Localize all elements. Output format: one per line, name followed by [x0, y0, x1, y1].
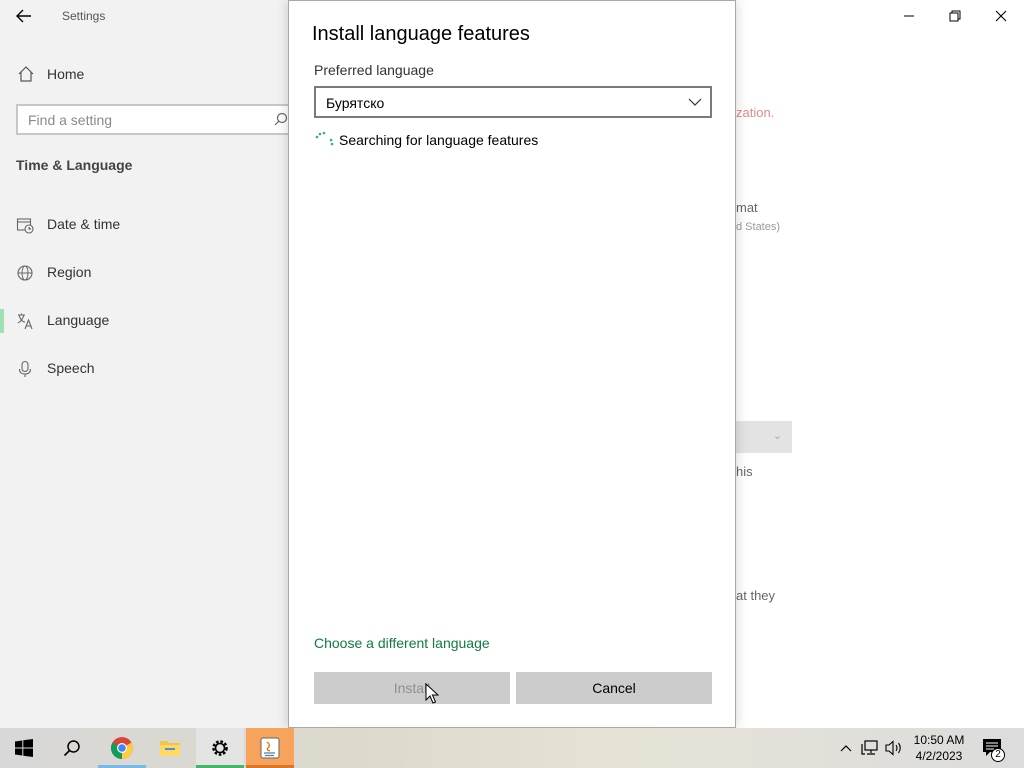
cancel-button[interactable]: Cancel — [516, 672, 712, 704]
close-icon — [995, 10, 1007, 22]
minimize-icon — [904, 15, 914, 17]
background-dropdown[interactable]: ⌄ — [736, 421, 792, 453]
chrome-icon — [111, 737, 133, 759]
choose-different-language-link[interactable]: Choose a different language — [314, 635, 490, 651]
microphone-icon — [18, 360, 32, 377]
globe-icon — [17, 265, 33, 281]
restore-icon — [949, 10, 961, 22]
start-button[interactable] — [0, 728, 48, 768]
language-icon — [17, 313, 33, 330]
background-region-text: d States) — [736, 221, 781, 233]
sidebar-item-language[interactable]: Language — [0, 303, 288, 339]
preferred-language-label: Preferred language — [314, 62, 434, 78]
status-text: Searching for language features — [339, 132, 539, 148]
search-placeholder: Find a setting — [28, 112, 113, 128]
calendar-clock-icon — [16, 218, 34, 234]
background-format-text: mat — [736, 200, 758, 215]
settings-icon — [212, 740, 228, 756]
clock-date: 4/2/2023 — [915, 749, 963, 763]
sidebar-item-speech[interactable]: Speech — [0, 351, 288, 387]
search-icon — [63, 740, 80, 757]
selected-language: Бурятско — [326, 95, 385, 111]
sidebar-item-date-time[interactable]: Date & time — [0, 207, 288, 243]
preferred-language-select[interactable]: Бурятско — [314, 86, 712, 118]
sidebar-item-label: Language — [47, 312, 110, 328]
chevron-up-icon — [840, 745, 852, 752]
file-explorer-icon — [160, 741, 180, 756]
clock-time: 10:50 AM — [913, 733, 965, 747]
sidebar-item-label: Speech — [47, 360, 95, 376]
background-warning-text: zation. — [736, 105, 775, 120]
progress-ring-icon — [315, 131, 334, 146]
chevron-down-icon: ⌄ — [772, 430, 782, 442]
start-icon — [15, 739, 33, 757]
background-text-this: his — [736, 464, 753, 479]
sidebar-item-label: Region — [47, 264, 92, 280]
chevron-down-icon — [688, 98, 702, 106]
sidebar: Settings Home Find a setting Time & Lang… — [0, 0, 296, 728]
volume-button[interactable] — [884, 738, 904, 758]
back-arrow-icon[interactable] — [10, 4, 38, 28]
sidebar-item-label: Home — [47, 66, 85, 82]
java-icon — [260, 737, 280, 759]
show-hidden-icons-button[interactable] — [836, 738, 856, 758]
volume-icon — [885, 740, 901, 756]
install-language-features-dialog: Install language features Preferred lang… — [288, 0, 736, 728]
taskbar-settings[interactable] — [196, 728, 244, 768]
section-title: Time & Language — [16, 157, 133, 173]
home-icon — [18, 66, 34, 82]
sidebar-item-label: Date & time — [47, 216, 121, 232]
taskbar: 10:50 AM 4/2/2023 2 — [0, 728, 1024, 768]
search-input[interactable]: Find a setting — [16, 104, 296, 135]
taskbar-file-explorer[interactable] — [146, 728, 194, 768]
network-icon — [861, 740, 878, 755]
taskbar-chrome[interactable] — [98, 728, 146, 768]
network-button[interactable] — [860, 738, 880, 758]
window-title: Settings — [62, 9, 106, 23]
sidebar-item-region[interactable]: Region — [0, 255, 288, 291]
dialog-title: Install language features — [312, 23, 530, 45]
selection-indicator — [0, 309, 4, 333]
background-text-they: at they — [736, 588, 776, 603]
notification-count-badge: 2 — [991, 748, 1005, 762]
restore-button[interactable] — [932, 0, 978, 32]
install-button[interactable]: Install — [314, 672, 510, 704]
sidebar-item-home[interactable]: Home — [0, 58, 288, 90]
system-clock[interactable]: 10:50 AM 4/2/2023 — [908, 732, 970, 764]
minimize-button[interactable] — [886, 0, 932, 32]
close-button[interactable] — [978, 0, 1024, 32]
taskbar-java[interactable] — [246, 728, 294, 768]
mouse-cursor-icon — [425, 683, 439, 704]
taskbar-search-button[interactable] — [48, 728, 96, 768]
search-icon — [274, 112, 288, 126]
